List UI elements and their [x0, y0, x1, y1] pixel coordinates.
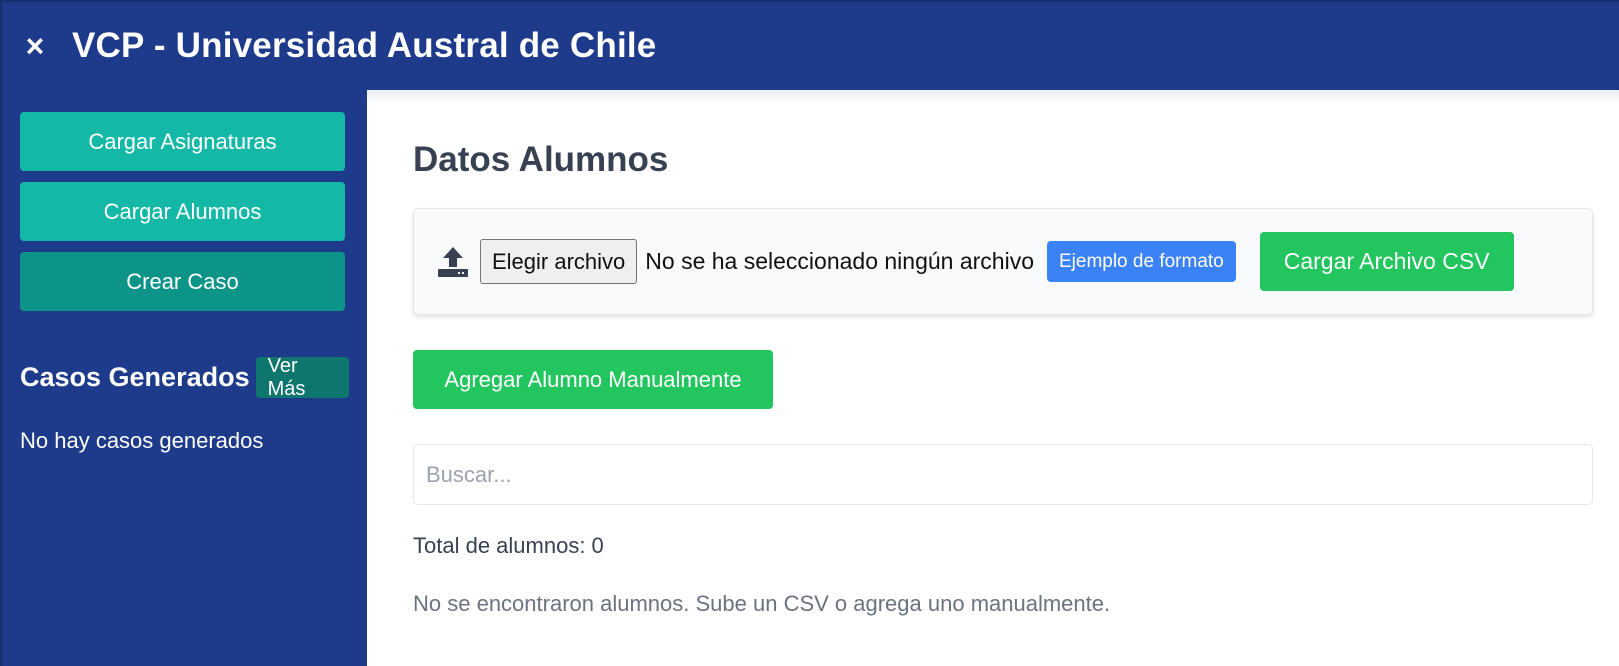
load-subjects-button[interactable]: Cargar Asignaturas — [20, 112, 345, 171]
create-case-button[interactable]: Crear Caso — [20, 252, 345, 311]
upload-icon — [438, 246, 468, 277]
app-title: VCP - Universidad Austral de Chile — [72, 26, 657, 65]
close-icon[interactable]: × — [20, 28, 50, 64]
page-title: Datos Alumnos — [413, 140, 669, 179]
upload-csv-button[interactable]: Cargar Archivo CSV — [1259, 232, 1514, 291]
see-more-button[interactable]: Ver Más — [255, 355, 349, 400]
no-cases-text: No hay casos generados — [20, 428, 264, 453]
add-student-button[interactable]: Agregar Alumno Manualmente — [413, 350, 773, 409]
cases-title: Casos Generados — [20, 362, 250, 392]
sidebar: Cargar Asignaturas Cargar Alumnos Crear … — [0, 90, 367, 666]
empty-state-text: No se encontraron alumnos. Sube un CSV o… — [413, 591, 1111, 616]
file-status-text: No se ha seleccionado ningún archivo — [645, 248, 1034, 274]
load-students-button[interactable]: Cargar Alumnos — [20, 182, 345, 241]
total-students-text: Total de alumnos: 0 — [413, 533, 604, 558]
format-example-button[interactable]: Ejemplo de formato — [1046, 241, 1236, 282]
choose-file-button[interactable]: Elegir archivo — [480, 239, 638, 284]
cases-header: Casos Generados Ver Más — [20, 355, 349, 400]
search-input[interactable] — [413, 444, 1593, 505]
main-content: Datos Alumnos Elegir archivo No se ha se… — [367, 90, 1619, 666]
upload-card: Elegir archivo No se ha seleccionado nin… — [413, 208, 1593, 315]
top-bar: × VCP - Universidad Austral de Chile — [0, 0, 1619, 90]
